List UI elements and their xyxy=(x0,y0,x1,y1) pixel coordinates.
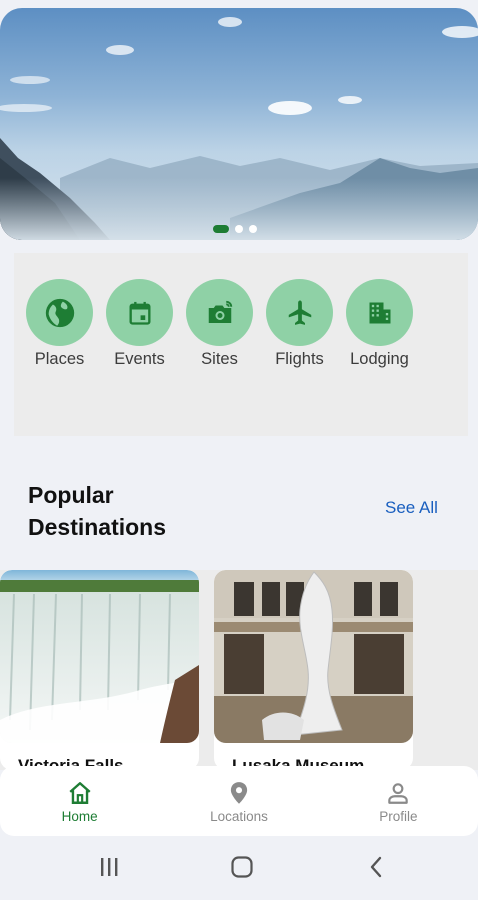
category-places-circle[interactable] xyxy=(26,279,93,346)
category-sites-label: Sites xyxy=(201,350,238,368)
see-all-link[interactable]: See All xyxy=(385,498,438,518)
category-flights-label: Flights xyxy=(275,350,324,368)
category-events-circle[interactable] xyxy=(106,279,173,346)
category-places-label: Places xyxy=(34,350,85,368)
section-title: Popular Destinations xyxy=(28,482,167,540)
nav-profile-label: Profile xyxy=(379,809,418,824)
nav-home-label: Home xyxy=(61,809,98,824)
category-events[interactable]: Events xyxy=(106,279,173,369)
categories-panel: Places Events Sites Flights Lodging xyxy=(14,253,468,436)
destination-card-lusaka-museum[interactable]: Lusaka Museum xyxy=(214,570,413,770)
carousel-dot[interactable] xyxy=(235,225,243,233)
category-places[interactable]: Places xyxy=(26,279,93,369)
category-lodging-label: Lodging xyxy=(350,350,409,368)
bottom-navigation: Home Locations Profile xyxy=(0,766,478,836)
category-lodging-circle[interactable] xyxy=(346,279,413,346)
victoria-falls-image xyxy=(0,570,199,743)
category-lodging[interactable]: Lodging xyxy=(346,279,413,369)
person-icon xyxy=(388,783,409,804)
category-flights[interactable]: Flights xyxy=(266,279,333,369)
building-icon xyxy=(369,302,390,323)
camera-icon xyxy=(208,300,232,323)
recent-apps-icon[interactable] xyxy=(96,854,122,880)
lusaka-museum-image xyxy=(214,570,413,743)
nav-locations-label: Locations xyxy=(210,809,268,824)
destination-card-victoria-falls[interactable]: Victoria Falls xyxy=(0,570,199,770)
home-icon xyxy=(69,782,91,804)
back-icon[interactable] xyxy=(364,854,390,880)
carousel-indicator[interactable] xyxy=(213,225,257,233)
calendar-icon xyxy=(129,301,150,325)
category-flights-circle[interactable] xyxy=(266,279,333,346)
airplane-icon xyxy=(288,300,311,325)
category-sites-circle[interactable] xyxy=(186,279,253,346)
carousel-dot-active[interactable] xyxy=(213,225,229,233)
nav-profile[interactable]: Profile xyxy=(319,766,478,836)
system-navigation-bar xyxy=(0,836,478,900)
carousel-dot[interactable] xyxy=(249,225,257,233)
globe-icon xyxy=(45,298,74,327)
nav-locations[interactable]: Locations xyxy=(159,766,318,836)
nav-home[interactable]: Home xyxy=(0,766,159,836)
category-sites[interactable]: Sites xyxy=(186,279,253,369)
category-events-label: Events xyxy=(114,350,165,368)
home-system-icon[interactable] xyxy=(229,854,255,880)
hero-carousel[interactable] xyxy=(0,8,478,240)
location-pin-icon xyxy=(230,782,248,804)
hero-mountain-image xyxy=(0,17,478,240)
